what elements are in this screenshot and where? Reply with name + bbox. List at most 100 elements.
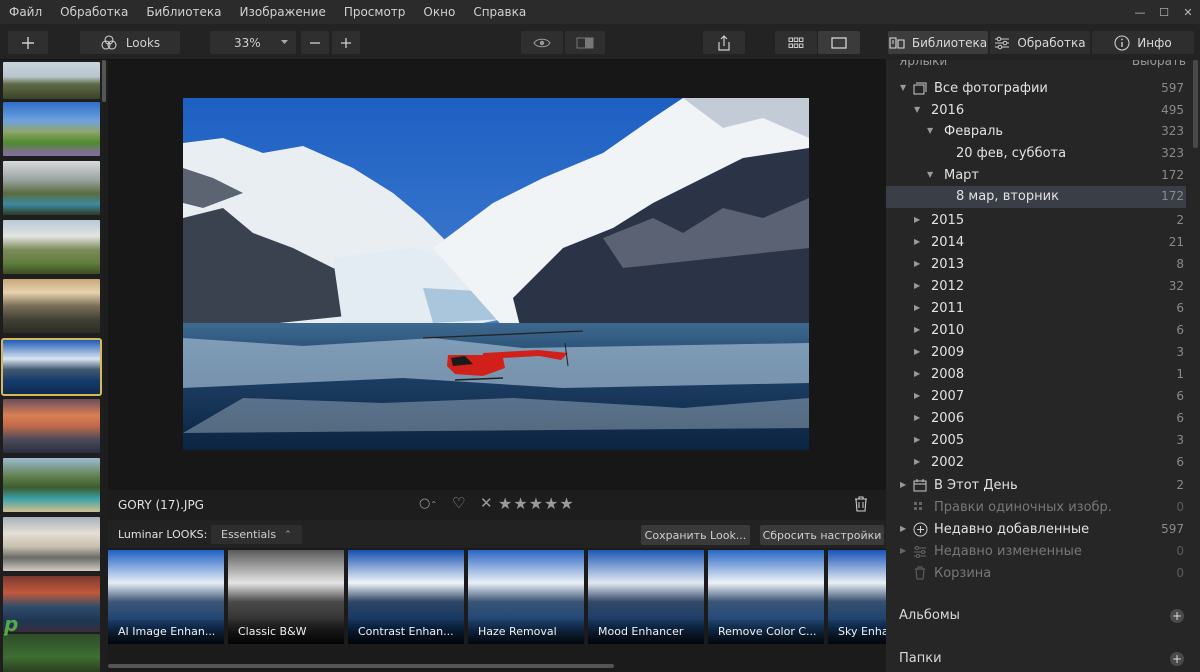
expand-arrow-icon[interactable]: ▶: [914, 413, 920, 422]
add-album-button[interactable]: +: [1170, 609, 1184, 623]
thumbnail[interactable]: [3, 279, 100, 333]
library-row-year[interactable]: ▶ 2008 1: [886, 364, 1186, 386]
library-row-trash[interactable]: Корзина 0: [886, 563, 1186, 585]
expand-arrow-icon[interactable]: ▼: [927, 126, 933, 135]
library-row-single-edits[interactable]: Правки одиночных изобр. 0: [886, 497, 1186, 519]
thumbnail[interactable]: [3, 220, 100, 274]
tab-info[interactable]: Инфо: [1092, 31, 1194, 54]
expand-arrow-icon[interactable]: ▶: [914, 215, 920, 224]
expand-arrow-icon[interactable]: ▼: [900, 83, 906, 92]
expand-arrow-icon[interactable]: ▶: [900, 524, 906, 533]
library-row-year[interactable]: ▶ 2006 6: [886, 408, 1186, 430]
tab-library[interactable]: Библиотека: [888, 31, 988, 54]
expand-arrow-icon[interactable]: ▼: [914, 105, 920, 114]
library-row-year[interactable]: ▶ 2005 3: [886, 430, 1186, 452]
library-row-label: Февраль: [944, 124, 1004, 139]
photos-icon: [913, 82, 927, 95]
library-row-recently-edited[interactable]: ▶ Недавно измененные 0: [886, 541, 1186, 563]
expand-arrow-icon[interactable]: ▶: [914, 369, 920, 378]
library-row-year[interactable]: ▶ 2011 6: [886, 298, 1186, 320]
menu-image[interactable]: Изображение: [231, 5, 335, 19]
zoom-in-button[interactable]: [332, 31, 360, 54]
expand-arrow-icon[interactable]: ▶: [914, 237, 920, 246]
thumbnail[interactable]: [3, 62, 100, 99]
zoom-select[interactable]: 33%: [210, 31, 296, 54]
expand-arrow-icon[interactable]: ▶: [914, 435, 920, 444]
add-photos-button[interactable]: [8, 31, 48, 54]
look-item[interactable]: Contrast Enhan...: [348, 550, 464, 644]
library-row-year[interactable]: ▶ 2002 6: [886, 452, 1186, 474]
rating-stars[interactable]: ★★★★★: [498, 494, 575, 513]
look-item[interactable]: Remove Color C...: [708, 550, 824, 644]
menu-file[interactable]: Файл: [0, 5, 51, 19]
library-row-year[interactable]: ▼ 2016 495: [886, 100, 1186, 122]
menu-library[interactable]: Библиотека: [137, 5, 230, 19]
library-row-label: Правки одиночных изобр.: [934, 500, 1112, 515]
reset-settings-button[interactable]: Сбросить настройки: [760, 525, 884, 545]
expand-arrow-icon[interactable]: ▶: [914, 303, 920, 312]
look-item[interactable]: AI Image Enhan...: [108, 550, 224, 644]
looks-collection-select[interactable]: Essentials ⌃: [211, 525, 302, 544]
look-item[interactable]: Classic B&W: [228, 550, 344, 644]
expand-arrow-icon[interactable]: ▶: [914, 325, 920, 334]
menu-view[interactable]: Просмотр: [335, 5, 415, 19]
preview-toggle-button[interactable]: [521, 31, 563, 54]
library-row-year[interactable]: ▶ 2013 8: [886, 254, 1186, 276]
add-folder-button[interactable]: +: [1170, 652, 1184, 666]
library-row-recently-added[interactable]: ▶ Недавно добавленные 597: [886, 519, 1186, 541]
thumbnail[interactable]: [3, 458, 100, 512]
single-view-button[interactable]: [818, 31, 860, 54]
menu-window[interactable]: Окно: [414, 5, 464, 19]
expand-arrow-icon[interactable]: ▶: [914, 281, 920, 290]
thumbnail[interactable]: [3, 161, 100, 215]
expand-arrow-icon[interactable]: ▶: [914, 259, 920, 268]
library-row-year[interactable]: ▶ 2012 32: [886, 276, 1186, 298]
thumbnail-selected[interactable]: [1, 338, 102, 396]
library-row-on-this-day[interactable]: ▶ В Этот День 2: [886, 475, 1186, 497]
maximize-icon[interactable]: ☐: [1152, 6, 1176, 19]
expand-arrow-icon[interactable]: ▶: [914, 391, 920, 400]
library-row-day-selected[interactable]: 8 мар, вторник 172: [886, 186, 1186, 208]
library-row-year[interactable]: ▶ 2014 21: [886, 232, 1186, 254]
expand-arrow-icon[interactable]: ▶: [914, 347, 920, 356]
library-panel-scrollbar[interactable]: [1193, 60, 1198, 148]
zoom-out-button[interactable]: [301, 31, 329, 54]
close-icon[interactable]: ✕: [1176, 6, 1200, 19]
flag-dropdown[interactable]: ○⌃: [419, 496, 437, 511]
library-row-month[interactable]: ▼ Март 172: [886, 165, 1186, 187]
look-item[interactable]: Mood Enhancer: [588, 550, 704, 644]
looks-strip-scrollbar[interactable]: [108, 664, 614, 668]
minimize-icon[interactable]: —: [1128, 6, 1152, 19]
look-item[interactable]: Sky Enha: [828, 550, 886, 644]
library-row-month[interactable]: ▼ Февраль 323: [886, 121, 1186, 143]
compare-button[interactable]: [565, 31, 605, 54]
menu-edit[interactable]: Обработка: [51, 5, 137, 19]
heart-icon[interactable]: ♡: [452, 494, 465, 512]
look-item[interactable]: Haze Removal: [468, 550, 584, 644]
expand-arrow-icon[interactable]: ▶: [900, 480, 906, 489]
library-row-year[interactable]: ▶ 2007 6: [886, 386, 1186, 408]
thumbnail[interactable]: [3, 634, 100, 672]
expand-arrow-icon[interactable]: ▶: [914, 457, 920, 466]
thumbnail[interactable]: [3, 102, 100, 156]
library-row-year[interactable]: ▶ 2010 6: [886, 320, 1186, 342]
main-photo[interactable]: [183, 98, 809, 450]
library-row-all-photos[interactable]: ▼ Все фотографии 597: [886, 78, 1186, 100]
reject-icon[interactable]: ✕: [480, 494, 493, 512]
menu-help[interactable]: Справка: [464, 5, 535, 19]
expand-arrow-icon[interactable]: ▶: [900, 546, 906, 555]
trash-icon[interactable]: [854, 496, 868, 516]
library-row-year[interactable]: ▶ 2015 2: [886, 210, 1186, 232]
select-button[interactable]: Выбрать: [1132, 60, 1186, 68]
tab-edit[interactable]: Обработка: [990, 31, 1090, 54]
filmstrip-scrollbar[interactable]: [102, 60, 106, 102]
expand-arrow-icon[interactable]: ▼: [927, 170, 933, 179]
share-button[interactable]: [703, 31, 745, 54]
thumbnail[interactable]: [3, 517, 100, 571]
library-row-day[interactable]: 20 фев, суббота 323: [886, 143, 1186, 165]
save-look-button[interactable]: Сохранить Look...: [641, 525, 750, 545]
grid-view-button[interactable]: [775, 31, 817, 54]
looks-button[interactable]: Looks: [80, 31, 180, 54]
library-row-year[interactable]: ▶ 2009 3: [886, 342, 1186, 364]
thumbnail[interactable]: [3, 399, 100, 453]
